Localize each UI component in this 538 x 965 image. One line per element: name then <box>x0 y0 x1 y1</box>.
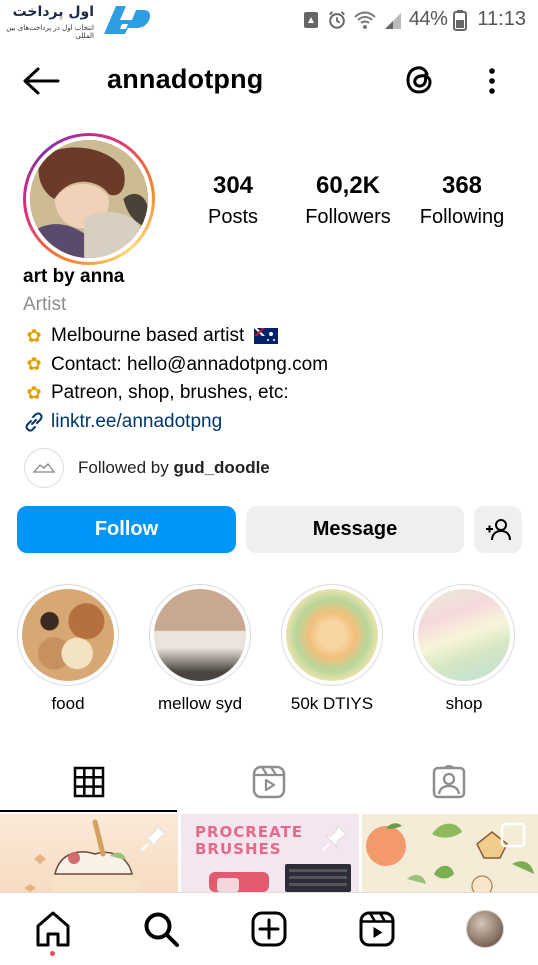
follow-button[interactable]: Follow <box>17 506 236 553</box>
search-icon <box>144 912 179 947</box>
more-options-icon[interactable] <box>478 66 506 96</box>
back-arrow-icon[interactable] <box>22 66 60 96</box>
profile-avatar <box>30 140 148 258</box>
grid-icon <box>73 766 105 798</box>
following-count: 368 <box>441 172 483 199</box>
followed-by: Followed by gud_doodle <box>24 448 270 488</box>
followers-stat[interactable]: 60,2K Followers <box>298 172 398 229</box>
bio-contact: Contact: hello@annadotpng.com <box>51 353 329 375</box>
avatar-illustration <box>30 140 148 258</box>
story-highlights: food mellow syd 50k DTIYS shop <box>0 584 538 724</box>
pin-icon <box>322 825 348 851</box>
sunflower-icon: ✿ <box>26 382 42 404</box>
profile-bio: art by anna Artist ✿ Melbourne based art… <box>23 266 523 436</box>
posts-label: Posts <box>207 206 259 228</box>
nav-create[interactable] <box>249 909 289 949</box>
nav-home[interactable] <box>33 909 73 949</box>
following-stat[interactable]: 368 Following <box>414 172 510 229</box>
highlight-label: 50k DTIYS <box>290 694 374 713</box>
brand-subtitle: انتخاب اول در پرداخت‌های بین المللی <box>6 24 94 40</box>
suggested-users-button[interactable] <box>474 506 522 553</box>
brand-logo-icon <box>104 6 151 34</box>
profile-avatar-story-ring[interactable] <box>23 133 155 265</box>
post-thumbnail[interactable]: PROCREATE BRUSHES <box>181 814 359 892</box>
mutual-avatar-drawing <box>32 463 56 473</box>
bio-line: ✿ Patreon, shop, brushes, etc: <box>23 379 523 408</box>
bio-location: Melbourne based artist <box>51 325 245 347</box>
create-post-icon <box>251 911 287 947</box>
australia-flag-icon <box>254 328 279 345</box>
highlight-50k-dtiys[interactable]: 50k DTIYS <box>277 584 387 714</box>
profile-tabs <box>0 752 538 812</box>
nav-reels[interactable] <box>357 909 397 949</box>
highlight-cover <box>286 589 378 681</box>
home-notification-dot <box>50 951 55 956</box>
nav-search[interactable] <box>141 909 181 949</box>
post-illustration <box>366 822 534 892</box>
followed-by-text[interactable]: Followed by gud_doodle <box>78 458 270 478</box>
message-button[interactable]: Message <box>246 506 464 553</box>
status-bar: اول پرداخت انتخاب اول در پرداخت‌های بین … <box>0 0 538 40</box>
tab-reels[interactable] <box>180 752 358 812</box>
nav-profile-avatar[interactable] <box>466 910 504 948</box>
bio-line: ✿ Melbourne based artist <box>23 322 523 351</box>
following-label: Following <box>419 206 505 228</box>
highlight-mellow-syd[interactable]: mellow syd <box>145 584 255 714</box>
pin-icon <box>141 825 167 851</box>
highlight-cover <box>418 589 510 681</box>
followers-count: 60,2K <box>315 172 381 199</box>
recycle-notification-icon <box>303 11 318 28</box>
clock-time: 11:13 <box>477 8 526 30</box>
post-thumbnail[interactable] <box>362 814 538 892</box>
highlight-label: mellow syd <box>157 694 243 713</box>
bio-link-text[interactable]: linktr.ee/annadotpng <box>51 411 222 433</box>
alarm-icon <box>328 10 345 29</box>
signal-icon <box>384 12 401 29</box>
mutual-follower-avatar[interactable] <box>24 448 64 488</box>
highlight-food[interactable]: food <box>13 584 123 714</box>
highlight-label: food <box>51 694 85 713</box>
profile-category: Artist <box>23 294 67 315</box>
highlight-cover <box>154 589 246 681</box>
followers-label: Followers <box>305 206 391 228</box>
brand-watermark: اول پرداخت انتخاب اول در پرداخت‌های بین … <box>2 2 152 40</box>
add-user-icon <box>486 518 511 540</box>
battery-icon <box>453 9 468 31</box>
reels-icon <box>359 911 395 947</box>
profile-username: annadotpng <box>107 64 264 94</box>
mutual-follower-name: gud_doodle <box>173 458 270 477</box>
posts-grid: PROCREATE BRUSHES <box>0 814 538 892</box>
sunflower-icon: ✿ <box>26 354 42 376</box>
threads-icon[interactable] <box>402 62 438 98</box>
reels-icon <box>252 765 286 799</box>
profile-header: annadotpng <box>0 54 538 108</box>
highlight-cover <box>22 589 114 681</box>
status-icons: 44% 11:13 <box>301 8 526 31</box>
posts-count: 304 <box>212 172 254 199</box>
battery-percent: 44% <box>408 8 448 30</box>
bio-shop: Patreon, shop, brushes, etc: <box>51 382 289 404</box>
bottom-navigation <box>0 892 538 965</box>
display-name: art by anna <box>23 266 125 287</box>
tab-posts-grid[interactable] <box>0 752 178 812</box>
tagged-user-icon <box>432 765 466 799</box>
post-thumbnail[interactable] <box>0 814 178 892</box>
wifi-icon <box>354 11 376 29</box>
home-icon <box>36 911 70 947</box>
bio-link[interactable]: linktr.ee/annadotpng <box>23 408 523 437</box>
active-tab-indicator <box>0 810 177 812</box>
highlight-shop[interactable]: shop <box>409 584 519 714</box>
brand-title: اول پرداخت <box>12 4 95 20</box>
highlight-label: shop <box>445 694 483 713</box>
link-icon <box>25 412 43 432</box>
profile-stats: 304 Posts 60,2K Followers 368 Following <box>190 172 530 242</box>
posts-stat[interactable]: 304 Posts <box>196 172 270 229</box>
tab-tagged[interactable] <box>360 752 538 812</box>
bio-line: ✿ Contact: hello@annadotpng.com <box>23 351 523 380</box>
sunflower-icon: ✿ <box>26 325 42 347</box>
